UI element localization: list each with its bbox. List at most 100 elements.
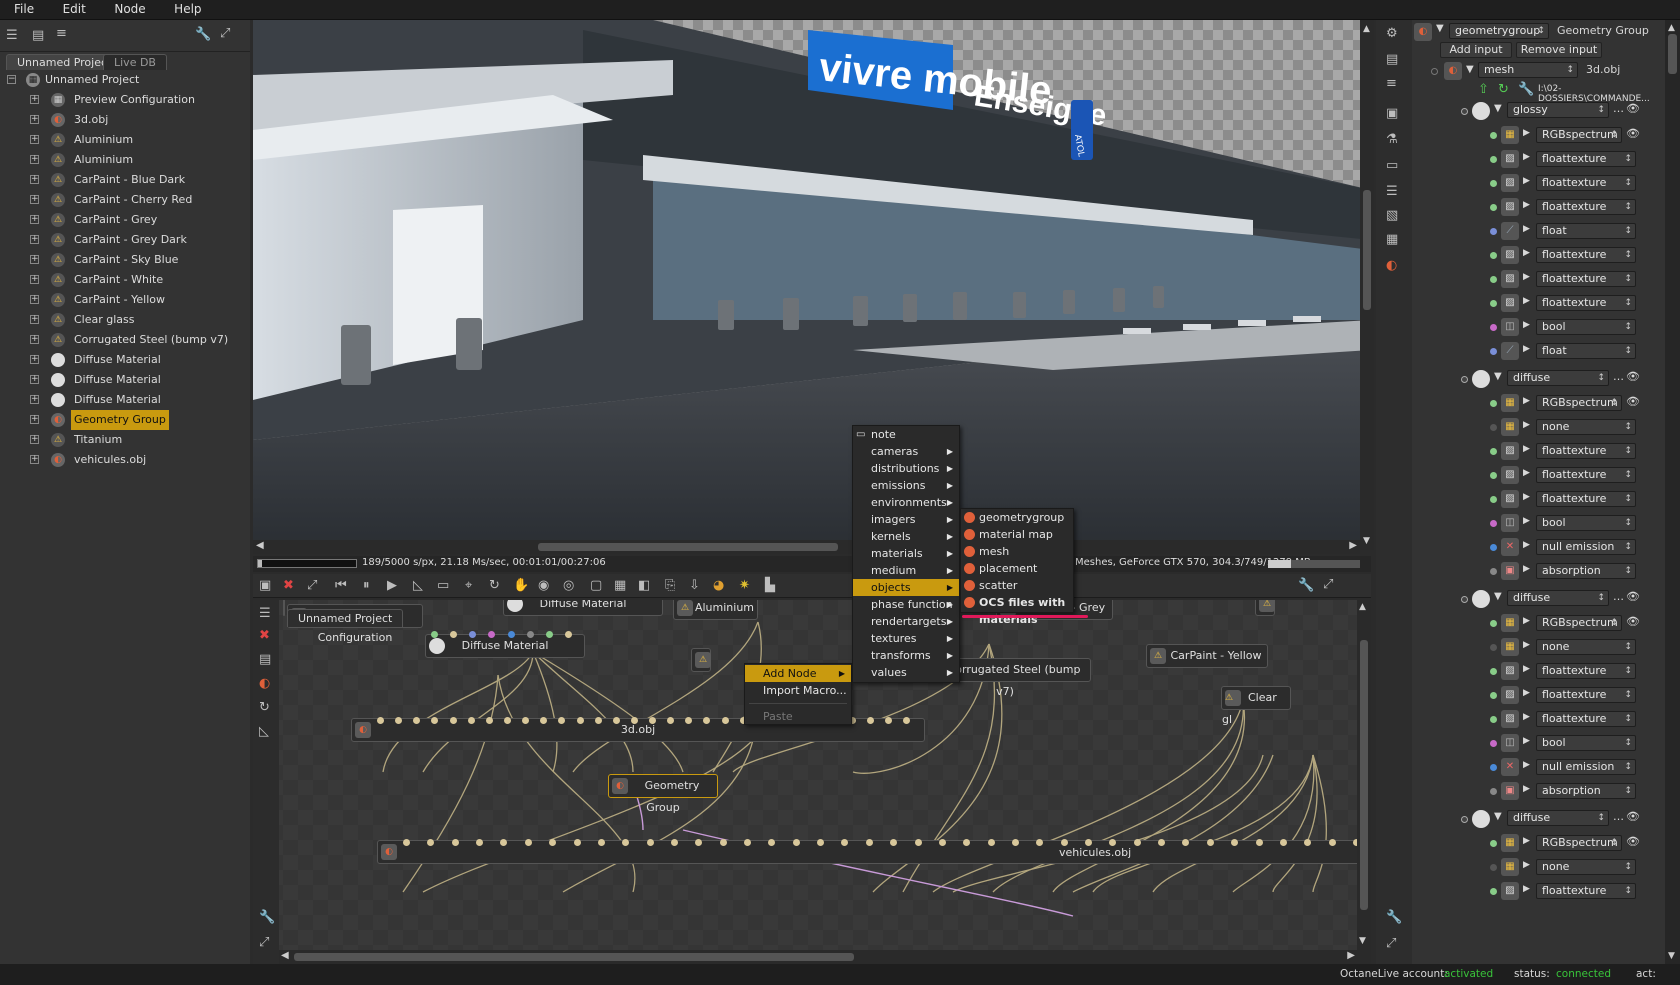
eye-icon[interactable]: 👁 xyxy=(1626,590,1640,603)
ng-maximize-icon[interactable]: ⤢ xyxy=(259,935,269,950)
pin[interactable] xyxy=(1490,448,1497,455)
monitor-icon[interactable]: ▭ xyxy=(437,578,449,593)
reset-view-icon[interactable]: ⤢ xyxy=(307,578,317,593)
pin[interactable] xyxy=(1490,620,1497,627)
pin[interactable] xyxy=(1490,740,1497,747)
menu-file[interactable]: File xyxy=(0,0,45,16)
pin[interactable] xyxy=(1490,324,1497,331)
input-type-select[interactable]: bool xyxy=(1536,319,1636,335)
menu-item-imagers[interactable]: imagers ▶ xyxy=(853,511,959,528)
expand-icon[interactable]: ▶ xyxy=(1523,736,1530,746)
input-type-select[interactable]: RGBspectrum xyxy=(1536,127,1622,143)
input-pin[interactable] xyxy=(1133,839,1141,846)
expand-icon[interactable]: ▶ xyxy=(1523,272,1530,282)
input-pin[interactable] xyxy=(1206,839,1214,846)
input-pin[interactable] xyxy=(1279,839,1287,846)
input-pin[interactable] xyxy=(1328,839,1336,846)
expand-icon[interactable]: ▶ xyxy=(1523,468,1530,478)
tree-item[interactable]: + ⚠ Corrugated Steel (bump v7) xyxy=(0,330,250,350)
sphere-icon[interactable]: ◉ xyxy=(538,578,549,593)
input-type-select[interactable]: floattexture xyxy=(1536,443,1636,459)
maximize-icon[interactable]: ⤢ xyxy=(220,26,230,41)
expand-icon[interactable]: ▶ xyxy=(1523,396,1530,406)
expand-icon[interactable]: + xyxy=(30,375,39,384)
sphere2-icon[interactable]: ◎ xyxy=(563,578,574,593)
expand-icon[interactable]: + xyxy=(30,115,39,124)
pin[interactable] xyxy=(1490,348,1497,355)
rt-list-icon[interactable]: ≡ xyxy=(1386,76,1397,91)
input-pin[interactable] xyxy=(987,839,995,846)
node-partial[interactable]: ⚠ xyxy=(1255,600,1275,616)
input-pin[interactable] xyxy=(503,717,511,724)
input-pin[interactable] xyxy=(1011,839,1019,846)
expand-icon[interactable]: + xyxy=(30,95,39,104)
input-type-select[interactable]: floattexture xyxy=(1536,663,1636,679)
expand-icon[interactable]: + xyxy=(30,395,39,404)
menu-item-placement[interactable]: placement xyxy=(961,560,1073,577)
ng-list-icon[interactable]: ☰ xyxy=(259,606,271,621)
expand-icon[interactable]: ▶ xyxy=(1523,224,1530,234)
input-pin[interactable] xyxy=(431,631,438,638)
expand-icon[interactable]: ▶ xyxy=(1523,564,1530,574)
insp-scroll-up-icon[interactable]: ▲ xyxy=(1668,23,1675,33)
expand-icon[interactable]: ▶ xyxy=(1523,712,1530,722)
input-pin[interactable] xyxy=(485,717,493,724)
tree-item[interactable]: + ◐ vehicules.obj xyxy=(0,450,250,470)
input-pin[interactable] xyxy=(866,717,874,724)
viewport-horizontal-scrollbar[interactable]: ◀ ▶ xyxy=(253,540,1360,554)
input-type-select[interactable]: floattexture xyxy=(1536,883,1636,899)
expand-icon[interactable]: ▶ xyxy=(1523,176,1530,186)
input-pin[interactable] xyxy=(719,839,727,846)
menu-item-objects[interactable]: objects ▶ xyxy=(853,579,959,596)
pin[interactable] xyxy=(1490,276,1497,283)
scroll-thumb[interactable] xyxy=(1363,190,1371,310)
ng-wrench-icon[interactable]: 🔧 xyxy=(259,910,275,925)
tree-item[interactable]: + ⚠ Clear glass xyxy=(0,310,250,330)
expand-icon[interactable]: + xyxy=(30,455,39,464)
ng-scroll-down-icon[interactable]: ▼ xyxy=(1359,936,1366,946)
hscroll-thumb[interactable] xyxy=(538,543,838,551)
material-type-select[interactable]: glossy xyxy=(1507,102,1609,118)
tree-item[interactable]: + ⚠ CarPaint - Yellow xyxy=(0,290,250,310)
ng-scroll-up-icon[interactable]: ▲ xyxy=(1359,602,1366,612)
tree-item[interactable]: + ⚠ CarPaint - Cherry Red xyxy=(0,190,250,210)
tree-item[interactable]: + ⚠ CarPaint - Grey Dark xyxy=(0,230,250,250)
viewport-maximize-icon[interactable]: ⤢ xyxy=(1323,577,1333,592)
input-pin[interactable] xyxy=(526,631,534,638)
input-pin[interactable] xyxy=(670,839,678,846)
input-type-select[interactable]: absorption xyxy=(1536,563,1636,579)
expand-icon[interactable]: + xyxy=(30,195,39,204)
tree-item[interactable]: + Diffuse Material xyxy=(0,390,250,410)
expand-icon[interactable]: ▶ xyxy=(1523,200,1530,210)
expand-icon[interactable]: ▼ xyxy=(1436,23,1444,34)
play-icon[interactable]: ▶ xyxy=(387,578,397,593)
input-pin[interactable] xyxy=(630,717,638,724)
node-diffuse-material-top[interactable]: ● Diffuse Material xyxy=(503,600,663,616)
material-type-select[interactable]: diffuse xyxy=(1507,370,1609,386)
input-pin[interactable] xyxy=(612,717,620,724)
mesh-select[interactable]: mesh xyxy=(1478,62,1578,78)
pin[interactable] xyxy=(1490,544,1497,551)
input-type-select[interactable]: bool xyxy=(1536,515,1636,531)
rt-save-icon[interactable]: ▤ xyxy=(1386,52,1398,67)
expand-icon[interactable]: ▶ xyxy=(1523,420,1530,430)
ng-save-icon[interactable]: ▤ xyxy=(259,652,271,667)
scroll-up-icon[interactable]: ▲ xyxy=(1363,24,1370,34)
outliner-save-icon[interactable]: ▤ xyxy=(32,28,44,43)
ng-layout-icon[interactable]: ◺ xyxy=(259,724,269,739)
add-input-button[interactable]: Add input xyxy=(1440,42,1512,58)
input-type-select[interactable]: floattexture xyxy=(1536,247,1636,263)
pin[interactable] xyxy=(1490,204,1497,211)
ng-vertical-scrollbar[interactable]: ▲ ▼ xyxy=(1357,600,1371,964)
input-pin[interactable] xyxy=(1060,839,1068,846)
menu-item-environments[interactable]: environments ▶ xyxy=(853,494,959,511)
insp-scroll-thumb[interactable] xyxy=(1668,34,1677,74)
menu-item-scatter[interactable]: scatter xyxy=(961,577,1073,594)
menu-item-ocs-files-with-materials[interactable]: OCS files with materials xyxy=(961,594,1073,626)
pin[interactable] xyxy=(1490,568,1497,575)
expand-icon[interactable]: ▶ xyxy=(1523,616,1530,626)
node-graph[interactable]: ▦ Preview Configuration ● Diffuse Materi… xyxy=(253,600,1371,964)
eye-icon[interactable]: 👁 xyxy=(1626,102,1640,115)
expand-icon[interactable]: ▶ xyxy=(1523,884,1530,894)
menu-item-cameras[interactable]: cameras ▶ xyxy=(853,443,959,460)
